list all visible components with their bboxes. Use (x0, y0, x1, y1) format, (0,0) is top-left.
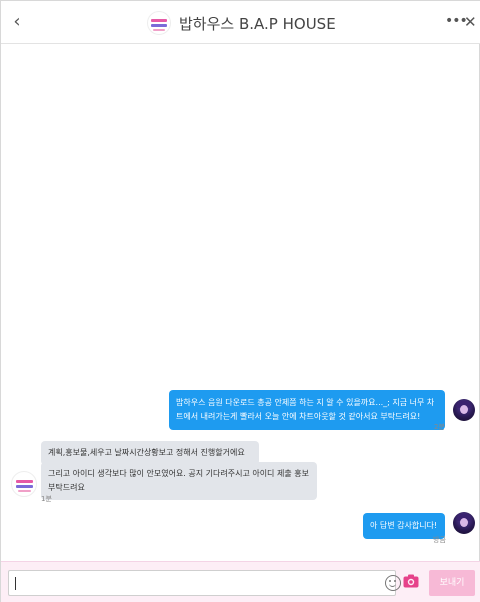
send-button[interactable]: 보내기 (429, 570, 475, 596)
message-text: 그리고 아이디 생각보다 많이 안모였어요. 공지 기다려주시고 아이디 제출 … (48, 469, 309, 492)
channel-avatar[interactable] (11, 471, 37, 497)
message-timestamp: 1분 (41, 495, 52, 503)
emoji-icon[interactable] (385, 575, 401, 591)
chevron-left-icon[interactable]: ‹ (7, 12, 27, 32)
message-composer: 보내기 (1, 561, 480, 602)
avatar[interactable] (453, 399, 475, 421)
message-text: 밥하우스 음원 다운로드 총공 안제쯤 하는 지 알 수 있을까요..._; 지… (176, 398, 435, 421)
text-caret (15, 577, 16, 590)
message-text: 아 답변 감사합니다! (370, 521, 438, 530)
message-input[interactable] (8, 570, 401, 596)
close-icon[interactable]: ✕ (464, 13, 478, 31)
message-timestamp: 2분 (434, 423, 445, 431)
message-text: 계획,홍보물,세우고 날짜시간상황보고 정해서 진행할거에요 (48, 448, 245, 457)
chat-window: ‹ 밥하우스 B.A.P HOUSE ••• ✕ 밥하우스 음원 다운로드 총공… (0, 0, 480, 602)
avatar[interactable] (453, 512, 475, 534)
message-timestamp: 방금 (433, 536, 446, 544)
chat-title-group: 밥하우스 B.A.P HOUSE (147, 9, 336, 37)
outgoing-message: 밥하우스 음원 다운로드 총공 안제쯤 하는 지 알 수 있을까요..._; 지… (169, 390, 445, 430)
channel-logo (147, 11, 171, 35)
camera-icon[interactable] (403, 574, 419, 588)
chat-header: ‹ 밥하우스 B.A.P HOUSE ••• ✕ (1, 1, 480, 44)
more-dots-icon[interactable]: ••• (445, 13, 468, 31)
chat-title: 밥하우스 B.A.P HOUSE (179, 14, 336, 33)
message-list[interactable]: 밥하우스 음원 다운로드 총공 안제쯤 하는 지 알 수 있을까요..._; 지… (1, 45, 480, 565)
incoming-message: 그리고 아이디 생각보다 많이 안모였어요. 공지 기다려주시고 아이디 제출 … (41, 462, 317, 500)
